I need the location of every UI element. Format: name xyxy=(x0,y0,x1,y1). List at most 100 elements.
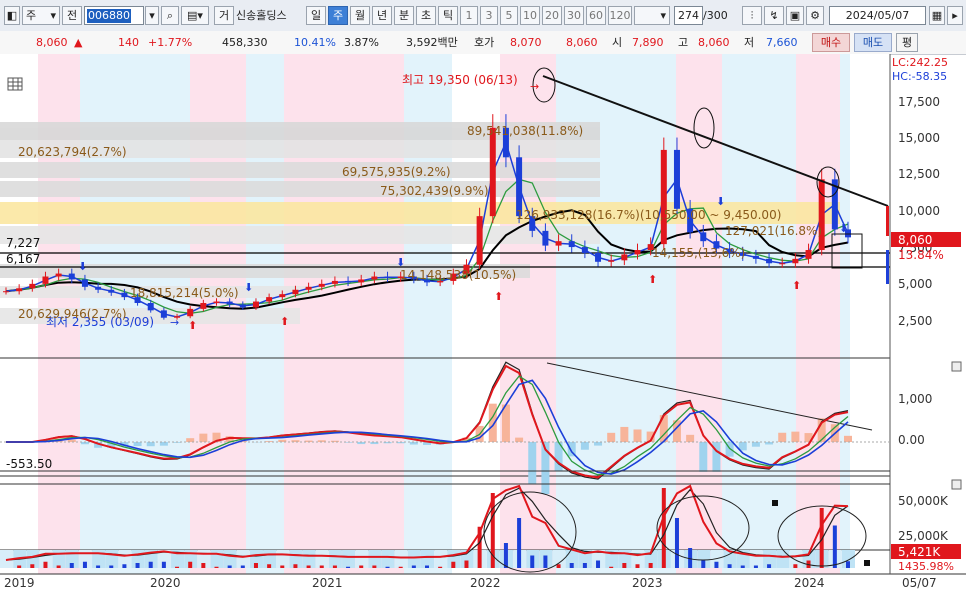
save-icon[interactable]: ▣ xyxy=(786,6,804,25)
next-icon[interactable]: ▸ xyxy=(947,6,963,25)
calendar-icon[interactable]: ▦ xyxy=(929,6,945,25)
period-select[interactable]: 주 ▾ xyxy=(22,6,60,25)
chevron-down-icon[interactable]: ▾ xyxy=(145,6,159,25)
interval-30[interactable]: 30 xyxy=(564,6,584,25)
volume-bar xyxy=(543,555,548,568)
grid-icon[interactable] xyxy=(7,77,23,91)
bar-count-input[interactable]: 274 xyxy=(674,6,703,25)
bar-count-total: /300 xyxy=(703,9,728,22)
macd-hist-bar xyxy=(607,432,616,442)
svg-text:5,421K: 5,421K xyxy=(898,545,941,559)
interval-20[interactable]: 20 xyxy=(542,6,562,25)
volume-bar xyxy=(411,565,416,568)
interval-60[interactable]: 60 xyxy=(586,6,606,25)
interval-10[interactable]: 10 xyxy=(520,6,540,25)
mode-select[interactable]: 전 xyxy=(62,6,82,25)
date-input[interactable]: 2024/05/07 xyxy=(829,6,926,25)
svg-text:50,000K: 50,000K xyxy=(898,494,949,508)
volume-bar xyxy=(306,565,311,568)
level-label-upper: 7,227 xyxy=(6,236,40,250)
tab-month[interactable]: 월 xyxy=(350,6,370,25)
tab-second[interactable]: 초 xyxy=(416,6,436,25)
candle-body xyxy=(555,241,562,246)
interval-1[interactable]: 1 xyxy=(460,6,478,25)
vp-label: 69,575,935(9.2%) xyxy=(342,165,451,179)
sell-button[interactable]: 매도 xyxy=(854,33,892,52)
candle-body xyxy=(95,286,102,290)
macd-hist-bar xyxy=(686,434,695,442)
volume-bar xyxy=(793,564,798,568)
volume-bar xyxy=(425,565,429,568)
volume-bar xyxy=(188,561,193,568)
volume-bar xyxy=(253,563,258,568)
buy-button[interactable]: 매수 xyxy=(812,33,850,52)
volume-fill-bar xyxy=(407,550,421,568)
candle-body xyxy=(318,283,325,287)
volume-bar xyxy=(346,566,351,568)
tab-geo[interactable]: 거 xyxy=(214,6,234,25)
candle-body xyxy=(200,303,207,309)
interval-3[interactable]: 3 xyxy=(480,6,498,25)
chart-type-icon[interactable]: ⫶ xyxy=(742,6,762,25)
tab-day[interactable]: 일 xyxy=(306,6,326,25)
volume-fill-bar xyxy=(210,550,224,568)
volume-fill-bar xyxy=(749,550,763,568)
vp-label: 89,541,038(11.8%) xyxy=(467,124,583,138)
svg-text:5,000: 5,000 xyxy=(898,277,932,291)
volume-bar xyxy=(56,565,61,568)
gear-icon[interactable]: ⚙ xyxy=(806,6,824,25)
macd-hist-bar xyxy=(791,431,800,442)
tab-week[interactable]: 주 xyxy=(328,6,348,25)
change-percent: +1.77% xyxy=(148,36,193,49)
chevron-down-icon: ▾ xyxy=(660,9,666,22)
macd-hist-bar xyxy=(146,442,155,447)
candle-body xyxy=(634,250,641,255)
search-icon[interactable]: ⌕ xyxy=(161,6,179,25)
volume-bar xyxy=(69,563,74,568)
volume-bar xyxy=(240,565,245,568)
high-label: 고 xyxy=(678,36,689,49)
high-annotation: 최고 19,350 (06/13) xyxy=(402,73,518,87)
svg-text:2024: 2024 xyxy=(794,576,825,590)
volume-bar xyxy=(280,565,285,568)
macd-hist-bar xyxy=(133,442,142,447)
candle-body xyxy=(252,301,259,308)
tab-year[interactable]: 년 xyxy=(372,6,392,25)
candle-body xyxy=(55,273,62,277)
candle-body xyxy=(121,292,128,298)
news-icon[interactable]: ▤▾ xyxy=(181,6,209,25)
volume-bar xyxy=(135,563,140,568)
volume-fill-bar xyxy=(394,550,408,568)
candle-body xyxy=(660,149,667,245)
svg-text:2019: 2019 xyxy=(4,576,35,590)
interval-5[interactable]: 5 xyxy=(500,6,518,25)
ask-price: 8,070 xyxy=(510,36,542,49)
price-axis: 17,500 15,000 12,500 10,000 7,500 5,000 … xyxy=(898,95,940,328)
svg-text:2,500: 2,500 xyxy=(898,314,932,328)
down-arrow-icon: ⬇ xyxy=(78,260,87,273)
volume-bar xyxy=(438,566,443,568)
candle-body xyxy=(608,260,615,262)
candle-body xyxy=(68,273,75,280)
candle-body xyxy=(542,230,549,246)
interval-120[interactable]: 120 xyxy=(608,6,632,25)
trend-icon[interactable]: ↯ xyxy=(764,6,784,25)
stock-chart[interactable]: ⬇ ⬇ ⬇ ⬇ ⬇ ⬆ ⬆ ⬆ ⬆ ⬆ → → 최고 19,350 (06/13… xyxy=(0,54,966,592)
tab-tick[interactable]: 틱 xyxy=(438,6,458,25)
candle-body xyxy=(489,127,496,217)
volume-bar xyxy=(175,566,180,568)
tab-minute[interactable]: 분 xyxy=(394,6,414,25)
eval-button[interactable]: 평 xyxy=(896,33,918,52)
svg-text:17,500: 17,500 xyxy=(898,95,940,109)
window-icon[interactable]: ◧ xyxy=(4,6,20,25)
volume-bar xyxy=(398,566,403,568)
candle-body xyxy=(818,179,825,251)
candle-body xyxy=(160,310,167,318)
stock-code-value: 006880 xyxy=(87,9,131,23)
low-label: 저 xyxy=(744,36,755,49)
stock-code-input[interactable]: 006880 xyxy=(84,6,144,25)
candle-body xyxy=(266,297,273,302)
volume-bar xyxy=(767,564,772,568)
svg-text:10,000: 10,000 xyxy=(898,204,940,218)
interval-dropdown[interactable]: ▾ xyxy=(634,6,670,25)
